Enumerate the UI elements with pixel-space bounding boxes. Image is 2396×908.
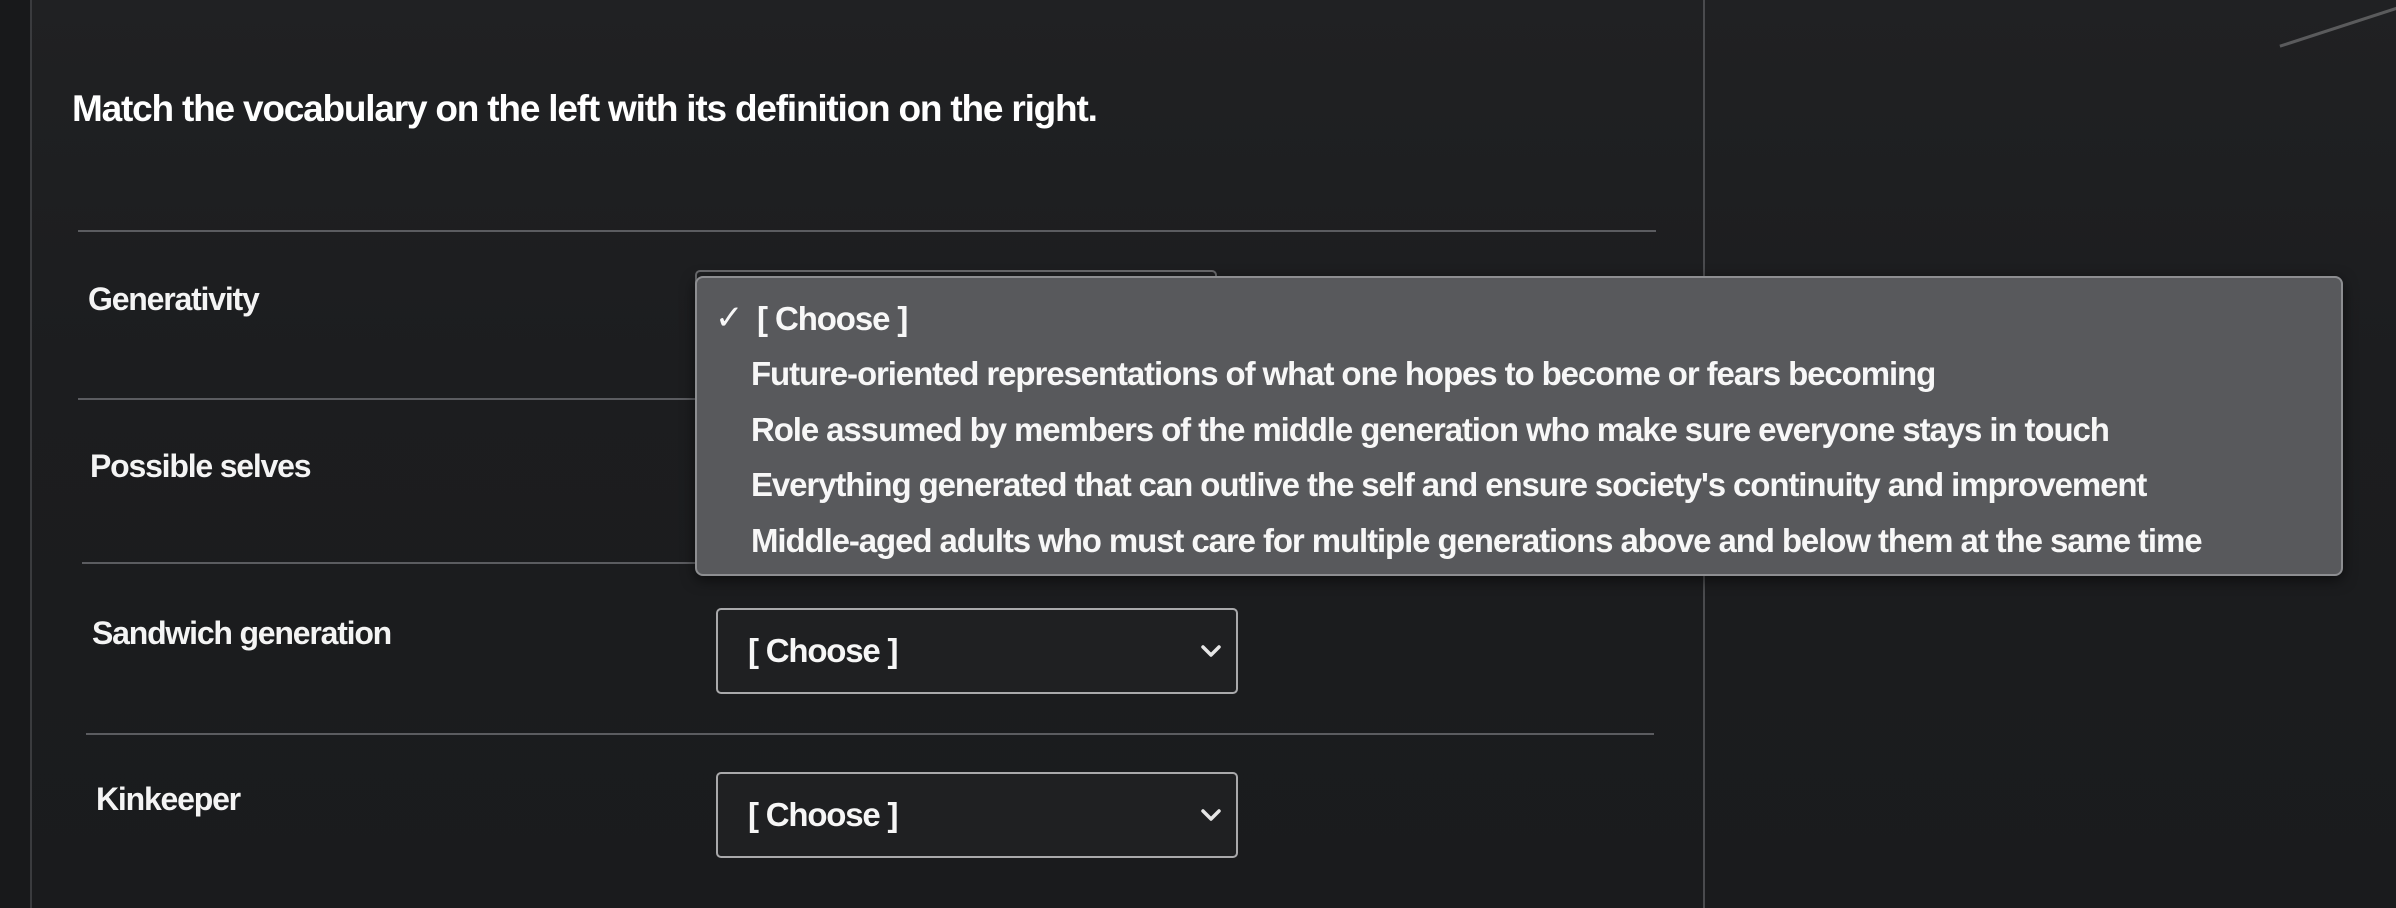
term-possible-selves: Possible selves: [90, 448, 312, 484]
term-sandwich-generation: Sandwich generation: [92, 615, 392, 651]
dropdown-option-sandwich-generation-def[interactable]: Middle-aged adults who must care for mul…: [751, 522, 2203, 560]
select-sandwich-generation[interactable]: [ Choose ]: [716, 608, 1238, 694]
screen: Match the vocabulary on the left with it…: [0, 0, 2396, 908]
term-kinkeeper: Kinkeeper: [96, 781, 241, 817]
chevron-down-icon: [1201, 809, 1221, 821]
left-edge: [0, 0, 32, 908]
chevron-down-icon: [1201, 645, 1221, 657]
select-dropdown-menu: ✓ [ Choose ] Future-oriented representat…: [695, 276, 2343, 576]
question-text: Match the vocabulary on the left with it…: [72, 88, 1098, 129]
select-value: [ Choose ]: [748, 632, 899, 669]
divider: [86, 733, 1654, 735]
screen-glare: [2279, 0, 2396, 48]
select-kinkeeper[interactable]: [ Choose ]: [716, 772, 1238, 858]
dropdown-option-generativity-def[interactable]: Everything generated that can outlive th…: [751, 466, 2147, 504]
dropdown-option-possible-selves-def[interactable]: Future-oriented representations of what …: [751, 355, 1936, 393]
dropdown-option-choose[interactable]: [ Choose ]: [757, 300, 908, 338]
term-generativity: Generativity: [88, 281, 260, 317]
checkmark-icon: ✓: [715, 299, 744, 337]
select-value: [ Choose ]: [748, 796, 899, 833]
divider: [82, 562, 702, 564]
divider: [78, 230, 1656, 232]
divider: [78, 398, 698, 400]
dropdown-option-kinkeeper-def[interactable]: Role assumed by members of the middle ge…: [751, 411, 2110, 449]
